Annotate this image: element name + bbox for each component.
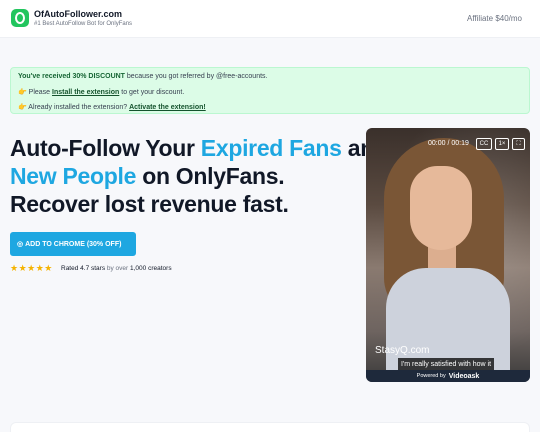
rating-creators: 1,000 creators — [130, 265, 172, 272]
hero-title-line-2: New People on OnlyFans. — [10, 163, 285, 190]
rating-score: Rated 4.7 stars — [61, 265, 106, 272]
chrome-icon: ◎ — [17, 241, 24, 248]
hero-title-line-3: Recover lost revenue fast. — [10, 191, 289, 217]
next-section-card — [10, 422, 530, 432]
pointing-hand-icon: 👉 — [18, 89, 27, 96]
activate-pre-text: Already installed the extension? — [26, 104, 130, 111]
powered-by-label: Powered by — [416, 373, 446, 379]
hero-title-line-1: Auto-Follow Your Expired Fans and — [10, 135, 388, 162]
install-extension-link[interactable]: Install the extension — [52, 89, 119, 96]
hero-highlight: Expired Fans — [200, 135, 342, 161]
rating-text: Rated 4.7 stars by over 1,000 creators — [61, 265, 172, 272]
install-post-text: to get your discount. — [119, 89, 185, 96]
hero-text: Auto-Follow Your — [10, 135, 201, 161]
rating-connector: by over — [105, 265, 131, 272]
add-to-chrome-label: ADD TO CHROME (30% OFF) — [25, 240, 122, 248]
hero-highlight: New People — [10, 163, 137, 189]
captions-button[interactable]: CC — [476, 138, 492, 150]
powered-by-bar[interactable]: Powered by Videoask — [366, 370, 530, 382]
site-header: OfAutoFollower.com #1 Best AutoFollow Bo… — [0, 0, 540, 38]
activate-line: 👉 Already installed the extension? Activ… — [18, 103, 206, 111]
install-pre-text: Please — [26, 89, 53, 96]
discount-notice: You've received 30% DISCOUNT because you… — [10, 67, 530, 114]
activate-extension-link[interactable]: Activate the extension! — [129, 104, 206, 111]
add-to-chrome-button[interactable]: ◎ ADD TO CHROME (30% OFF) — [10, 232, 136, 256]
playback-speed-button[interactable]: 1× — [495, 138, 509, 150]
referral-text: because you got referred by @free-accoun… — [124, 73, 268, 80]
affiliate-link[interactable]: Affiliate $40/mo — [467, 14, 522, 23]
video-person-face — [410, 166, 472, 250]
brand-name[interactable]: OfAutoFollower.com — [34, 9, 122, 19]
fullscreen-icon[interactable]: ⛶ — [512, 138, 525, 150]
videoask-logo: Videoask — [448, 372, 480, 380]
discount-label: You've received 30% DISCOUNT — [18, 73, 125, 80]
brand-tagline: #1 Best AutoFollow Bot for OnlyFans — [34, 21, 133, 27]
shield-lock-icon[interactable] — [11, 9, 29, 27]
video-timestamp: 00:00 / 00:19 — [428, 140, 469, 147]
install-line: 👉 Please Install the extension to get yo… — [18, 88, 184, 96]
testimonial-video[interactable]: 00:00 / 00:19 CC 1× ⛶ StasyQ.com I'm rea… — [366, 128, 530, 382]
hero-text: on OnlyFans. — [136, 163, 285, 189]
pointing-hand-icon: 👉 — [18, 104, 27, 111]
video-caption: I'm really satisfied with how it — [398, 358, 495, 370]
star-rating: ★★★★★ — [10, 263, 53, 273]
video-watermark: StasyQ.com — [375, 345, 430, 356]
discount-line: You've received 30% DISCOUNT because you… — [18, 73, 267, 80]
